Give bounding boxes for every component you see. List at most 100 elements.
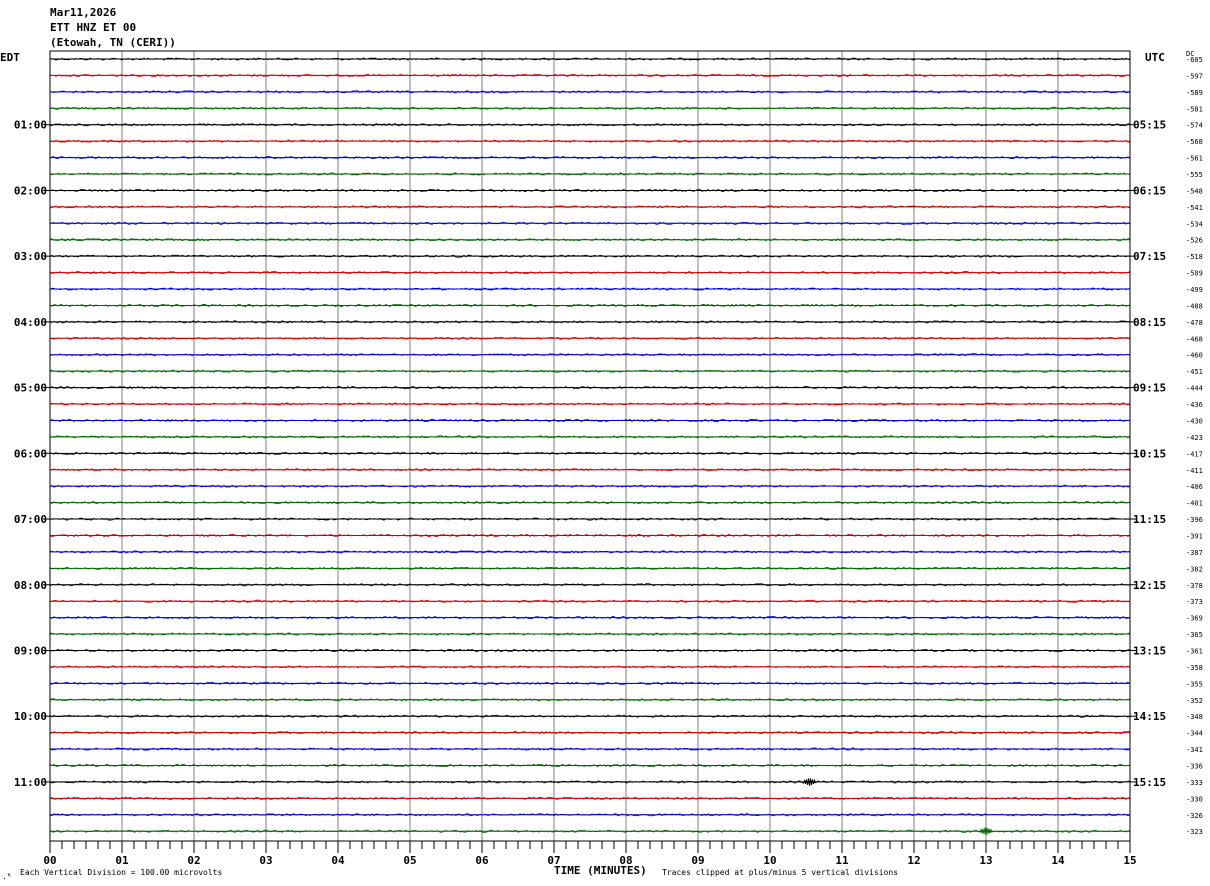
dc-offset-label: -581: [1186, 105, 1203, 113]
footer-mark-icon: .ᴿ: [2, 872, 12, 881]
dc-offset-label: -391: [1186, 532, 1203, 540]
x-tick-label: 10: [763, 854, 776, 867]
dc-offset-label: -411: [1186, 467, 1203, 475]
dc-offset-label: -417: [1186, 450, 1203, 458]
left-hour-label: 11:00: [14, 776, 47, 789]
right-hour-label: 15:15: [1133, 776, 1166, 789]
left-hour-label: 05:00: [14, 382, 47, 395]
dc-offset-label: -423: [1186, 434, 1203, 442]
x-tick-label: 03: [259, 854, 272, 867]
footer-scale-note: Each Vertical Division = 100.00 microvol…: [20, 868, 222, 877]
right-hour-label: 07:15: [1133, 250, 1166, 263]
helicorder-plot: 00 01 02 03 04 05 06 07 08 09 10 11 12 13 14 15 01:0002…: [0, 50, 1203, 881]
left-hour-labels: 01:00 02:00 03:00 04:00 05:00 06:00 07:00 08:00…: [14, 119, 50, 789]
dc-offset-label: -555: [1186, 171, 1203, 179]
right-timezone-label: UTC: [1145, 51, 1165, 64]
dc-offset-label: -352: [1186, 697, 1203, 705]
dc-header-label: DC: [1186, 50, 1194, 58]
x-tick-label: 05: [403, 854, 416, 867]
dc-offset-label: -387: [1186, 549, 1203, 557]
dc-offset-label: -396: [1186, 516, 1203, 524]
dc-offset-label: -534: [1186, 220, 1203, 228]
x-tick-label: 12: [907, 854, 920, 867]
x-tick-label: 09: [691, 854, 704, 867]
left-hour-label: 07:00: [14, 513, 47, 526]
left-timezone-label: EDT: [0, 51, 20, 64]
left-hour-label: 08:00: [14, 579, 47, 592]
right-hour-label: 06:15: [1133, 184, 1166, 197]
dc-offset-label: -358: [1186, 664, 1203, 672]
right-hour-label: 14:15: [1133, 710, 1166, 723]
dc-offset-label: -336: [1186, 762, 1203, 770]
x-tick-label: 01: [115, 854, 129, 867]
x-tick-label: 14: [1051, 854, 1065, 867]
x-axis-title: TIME (MINUTES): [554, 864, 647, 877]
right-hour-label: 12:15: [1133, 579, 1166, 592]
right-hour-labels: 05:15 06:15 07:15 08:15 09:15 10:15 11:15 12:15…: [1130, 119, 1166, 789]
dc-offset-label: -574: [1186, 122, 1203, 130]
right-hour-label: 08:15: [1133, 316, 1166, 329]
dc-offset-label: -589: [1186, 89, 1203, 97]
dc-offset-label: -401: [1186, 500, 1203, 508]
dc-offset-label: -436: [1186, 401, 1203, 409]
left-hour-label: 04:00: [14, 316, 47, 329]
dc-offset-label: -488: [1186, 302, 1203, 310]
x-tick-label: 11: [835, 854, 849, 867]
dc-offset-label: -597: [1186, 72, 1203, 80]
dc-offset-label: -468: [1186, 335, 1203, 343]
dc-offset-label: -361: [1186, 647, 1203, 655]
x-tick-label: 04: [331, 854, 345, 867]
dc-offset-label: -333: [1186, 779, 1203, 787]
dc-offset-label: -518: [1186, 253, 1203, 261]
dc-offset-label: -382: [1186, 565, 1203, 573]
dc-offset-label: -369: [1186, 615, 1203, 623]
seismic-event: [803, 778, 817, 786]
dc-offset-label: -478: [1186, 319, 1203, 327]
left-hour-label: 01:00: [14, 119, 47, 132]
dc-offset-labels: -605-597-589-581-574-568-561-555-548-541…: [1186, 56, 1203, 836]
dc-offset-label: -406: [1186, 483, 1203, 491]
dc-offset-label: -548: [1186, 187, 1203, 195]
dc-offset-label: -541: [1186, 204, 1203, 212]
x-tick-label: 02: [187, 854, 200, 867]
dc-offset-label: -430: [1186, 417, 1203, 425]
seismic-trace: [49, 533, 1131, 538]
right-hour-label: 09:15: [1133, 382, 1166, 395]
dc-offset-label: -499: [1186, 286, 1203, 294]
footer-clip-note: Traces clipped at plus/minus 5 vertical …: [662, 868, 898, 877]
seismic-trace: [49, 254, 1131, 258]
dc-offset-label: -344: [1186, 730, 1203, 738]
right-hour-label: 11:15: [1133, 513, 1166, 526]
dc-offset-label: -568: [1186, 138, 1203, 146]
dc-offset-label: -365: [1186, 631, 1203, 639]
left-hour-label: 03:00: [14, 250, 47, 263]
left-hour-label: 10:00: [14, 710, 47, 723]
plot-frame: [49, 50, 1131, 842]
right-hour-label: 10:15: [1133, 447, 1166, 460]
dc-offset-label: -348: [1186, 713, 1203, 721]
x-tick-label: 15: [1123, 854, 1136, 867]
left-hour-label: 09:00: [14, 644, 47, 657]
dc-offset-label: -526: [1186, 237, 1203, 245]
left-hour-label: 02:00: [14, 184, 47, 197]
seismic-traces: [49, 57, 1131, 836]
x-tick-label: 06: [475, 854, 489, 867]
seismic-trace: [49, 73, 1131, 77]
right-hour-label: 13:15: [1133, 644, 1166, 657]
dc-offset-label: -355: [1186, 680, 1203, 688]
dc-offset-label: -373: [1186, 598, 1203, 606]
dc-offset-label: -341: [1186, 746, 1203, 754]
x-tick-label: 00: [43, 854, 56, 867]
dc-offset-label: -451: [1186, 368, 1203, 376]
dc-offset-label: -460: [1186, 352, 1203, 360]
dc-offset-label: -326: [1186, 812, 1203, 820]
dc-offset-label: -561: [1186, 155, 1203, 163]
minute-gridlines: [121, 51, 1059, 841]
right-hour-label: 05:15: [1133, 119, 1166, 132]
x-tick-label: 13: [979, 854, 992, 867]
dc-offset-label: -509: [1186, 270, 1203, 278]
left-hour-label: 06:00: [14, 447, 47, 460]
dc-offset-label: -323: [1186, 828, 1203, 836]
dc-offset-label: -378: [1186, 582, 1203, 590]
dc-offset-label: -444: [1186, 385, 1203, 393]
